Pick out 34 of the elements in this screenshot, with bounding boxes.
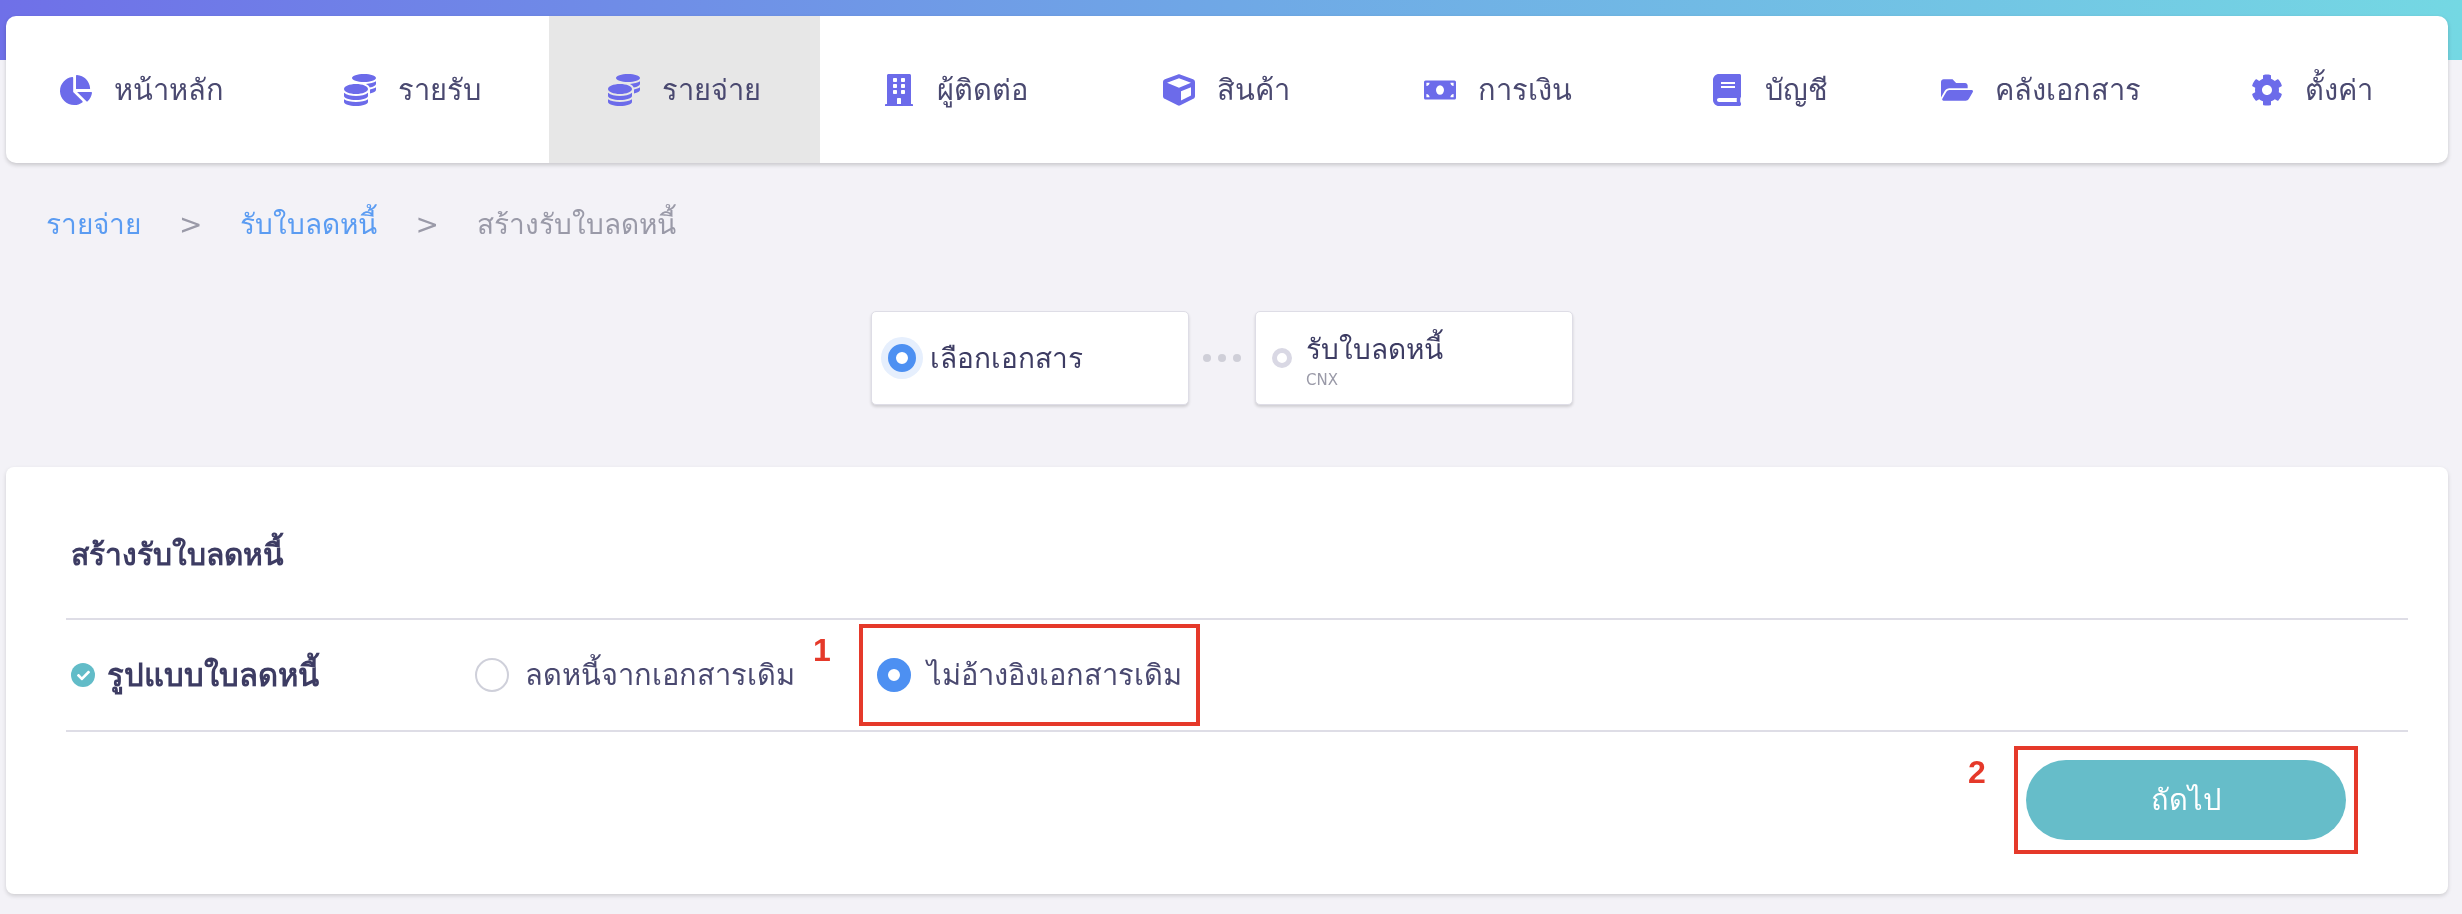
field-label: รูปแบบใบลดหนี้: [107, 650, 319, 700]
radio-button[interactable]: [877, 658, 911, 692]
book-icon: [1711, 73, 1744, 106]
nav-tab[interactable]: บัญชี: [1633, 16, 1906, 163]
nav-tab[interactable]: สินค้า: [1091, 16, 1363, 163]
check-icon: [71, 663, 95, 687]
step-label: รับใบลดหนี้: [1306, 327, 1443, 371]
coins-icon: [344, 73, 377, 106]
breadcrumb-current: สร้างรับใบลดหนี้: [476, 202, 676, 246]
step-card[interactable]: เลือกเอกสาร: [871, 311, 1189, 405]
step-connector: [1203, 354, 1241, 362]
form-title: สร้างรับใบลดหนี้: [66, 467, 2408, 618]
annotation-number: 2: [1968, 754, 1986, 791]
breadcrumb-separator: >: [179, 207, 203, 241]
radio-button[interactable]: [475, 658, 509, 692]
nav-tab[interactable]: คลังเอกสาร: [1905, 16, 2177, 163]
settings-icon: [2251, 73, 2284, 106]
nav-tab[interactable]: การเงิน: [1362, 16, 1634, 163]
step-label: เลือกเอกสาร: [930, 341, 1083, 377]
radio-option[interactable]: ลดหนี้จากเอกสารเดิม: [461, 652, 809, 698]
building-icon: [883, 73, 916, 106]
chart-pie-icon: [59, 73, 92, 106]
cube-icon: [1163, 73, 1196, 106]
nav-tab[interactable]: ตั้งค่า: [2176, 16, 2448, 163]
breadcrumb-separator: >: [415, 207, 439, 241]
nav-tab[interactable]: รายรับ: [277, 16, 549, 163]
step-card[interactable]: รับใบลดหนี้ CNX: [1255, 311, 1573, 405]
nav-tab[interactable]: รายจ่าย: [548, 16, 820, 163]
radio-option[interactable]: ไม่อ้างอิงเอกสารเดิม: [863, 652, 1196, 698]
step-sublabel: CNX: [1306, 371, 1339, 389]
nav-tab[interactable]: ผู้ติดต่อ: [820, 16, 1092, 163]
coins-icon: [607, 73, 640, 106]
annotation-number: 1: [813, 632, 831, 669]
nav-tab[interactable]: หน้าหลัก: [6, 16, 278, 163]
